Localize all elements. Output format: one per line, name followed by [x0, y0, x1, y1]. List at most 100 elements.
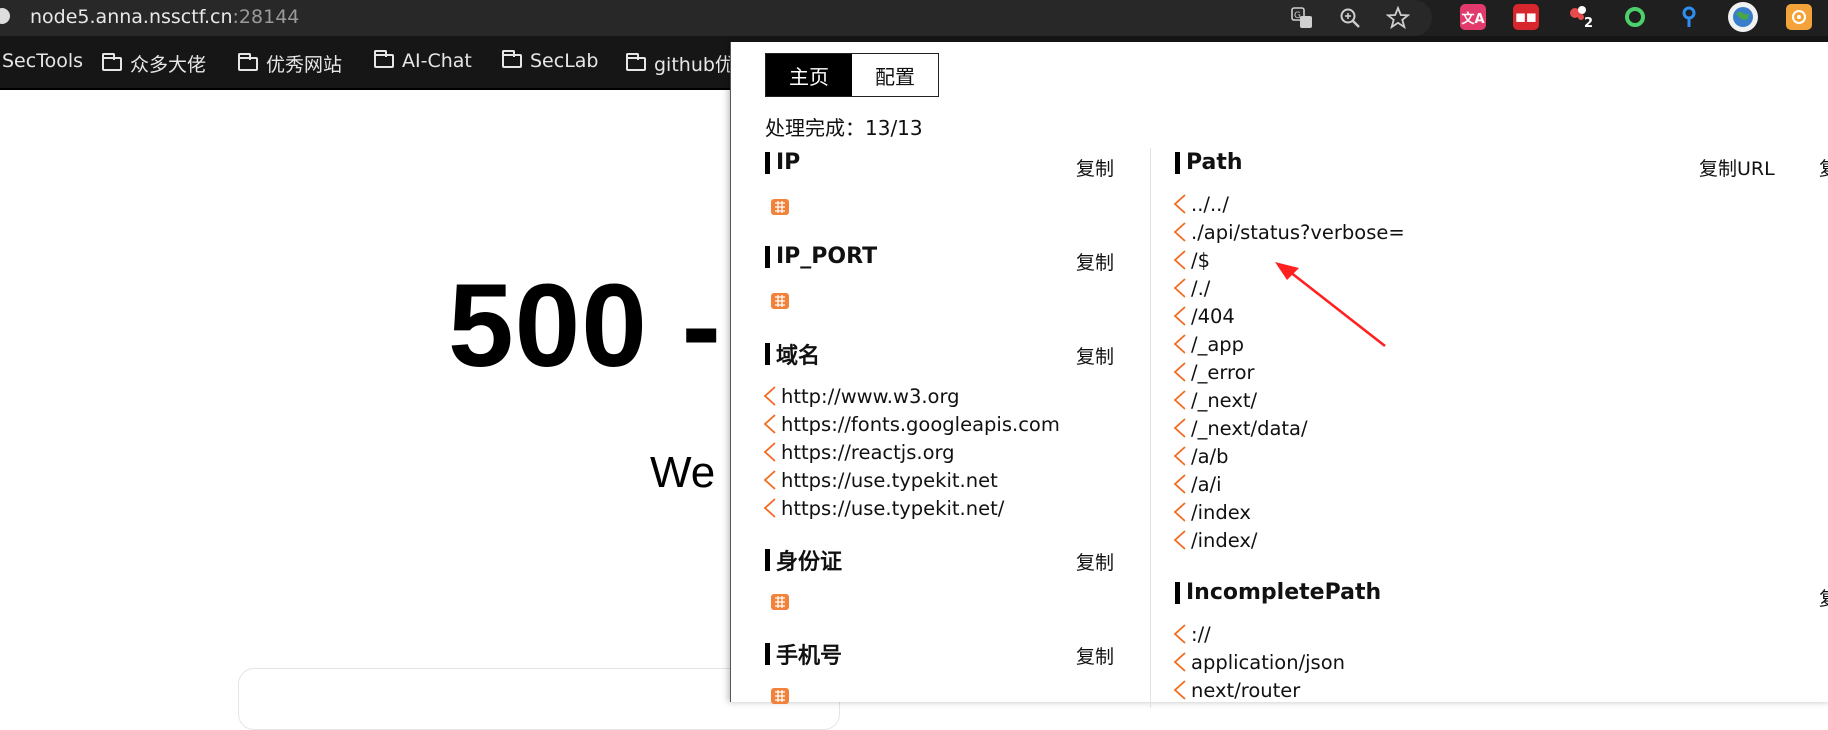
translate-extension-icon[interactable]: 文A — [1460, 4, 1486, 30]
bookmark-folder-2[interactable]: 优秀网站 — [238, 50, 342, 77]
list-item-text: /_app — [1191, 332, 1245, 356]
title-bar — [765, 343, 770, 365]
section-title-phone: 手机号 — [765, 638, 842, 670]
chevron-left-icon — [1173, 680, 1186, 700]
list-item[interactable]: ../../ — [1171, 192, 1229, 216]
bookmark-folder-4[interactable]: SecLab — [502, 50, 599, 72]
bookmark-label: 众多大佬 — [130, 54, 207, 76]
list-item[interactable]: /_error — [1171, 360, 1255, 384]
list-item[interactable]: https://use.typekit.net/ — [761, 496, 1004, 520]
section-title-text: 域名 — [776, 344, 821, 369]
site-info-icon[interactable] — [0, 8, 10, 24]
hacker-extension-icon[interactable]: ◼◼ — [1513, 4, 1539, 30]
bookmark-sectools[interactable]: SecTools — [2, 50, 83, 72]
bookmark-folder-5[interactable]: github优 — [626, 50, 734, 77]
copy-button-ip[interactable]: 复制 — [1076, 154, 1114, 181]
tab-home[interactable]: 主页 — [766, 54, 852, 96]
list-item-text: https://fonts.googleapis.com — [781, 412, 1060, 436]
list-item[interactable]: /_next/ — [1171, 388, 1257, 412]
bookmark-folder-1[interactable]: 众多大佬 — [102, 50, 206, 77]
title-bar — [765, 245, 770, 268]
chevron-left-icon — [763, 414, 776, 434]
title-bar — [765, 549, 770, 571]
chevron-left-icon — [1173, 306, 1186, 326]
list-item[interactable]: ./api/status?verbose= — [1171, 220, 1405, 244]
copy-button-ip-port[interactable]: 复制 — [1076, 248, 1114, 275]
chevron-left-icon — [1173, 362, 1186, 382]
list-item-text: https://use.typekit.net/ — [781, 496, 1005, 520]
copy-button-path[interactable]: 复 — [1819, 154, 1828, 181]
bookmark-label: 优秀网站 — [266, 54, 343, 76]
list-item[interactable]: /index — [1171, 500, 1251, 524]
list-item[interactable]: /a/b — [1171, 444, 1228, 468]
section-title-path: Path — [1175, 150, 1243, 175]
folder-icon — [502, 50, 522, 68]
list-item-text: /_next/data/ — [1191, 416, 1308, 440]
empty-data-icon — [770, 592, 790, 612]
chevron-left-icon — [1173, 446, 1186, 466]
section-title-id-card: 身份证 — [765, 544, 842, 576]
address-bar[interactable]: node5.anna.nssctf.cn:28144 G — [0, 0, 1432, 36]
copy-button-phone[interactable]: 复制 — [1076, 642, 1114, 669]
list-item[interactable]: http://www.w3.org — [761, 384, 960, 408]
chevron-left-icon — [1173, 194, 1186, 214]
list-item[interactable]: application/json — [1171, 650, 1345, 674]
list-item[interactable]: /a/i — [1171, 472, 1222, 496]
browser-toolbar: node5.anna.nssctf.cn:28144 G 文A ◼◼ 2 — [0, 0, 1828, 36]
chevron-left-icon — [1173, 474, 1186, 494]
list-item-text: :// — [1191, 622, 1211, 646]
orange-extension-icon[interactable] — [1786, 4, 1812, 30]
chevron-left-icon — [1173, 418, 1186, 438]
list-item-text: /_error — [1191, 360, 1255, 384]
section-title-text: IncompletePath — [1186, 580, 1382, 605]
list-item[interactable]: /$ — [1171, 248, 1210, 272]
extension-badge: 2 — [1584, 16, 1594, 31]
tab-config[interactable]: 配置 — [852, 54, 938, 96]
list-item-text: /_next/ — [1191, 388, 1258, 412]
list-item[interactable]: /index/ — [1171, 528, 1258, 552]
ring-extension-icon[interactable] — [1622, 4, 1648, 30]
list-item-text: https://use.typekit.net — [781, 468, 998, 492]
list-item-text: /a/i — [1191, 472, 1222, 496]
list-item[interactable]: :// — [1171, 622, 1211, 646]
bookmark-label: github优 — [654, 54, 734, 76]
folder-icon — [102, 52, 122, 71]
list-item[interactable]: /./ — [1171, 276, 1210, 300]
chevron-left-icon — [763, 442, 776, 462]
list-item[interactable]: /404 — [1171, 304, 1235, 328]
list-item[interactable]: https://use.typekit.net — [761, 468, 998, 492]
copy-button-incomplete[interactable]: 复 — [1819, 584, 1828, 611]
list-item[interactable]: /_app — [1171, 332, 1244, 356]
bookmark-label: SecTools — [2, 50, 84, 72]
list-item-text: /./ — [1191, 276, 1211, 300]
zoom-icon[interactable] — [1336, 4, 1364, 32]
location-extension-icon[interactable] — [1676, 4, 1702, 30]
chevron-left-icon — [1173, 250, 1186, 270]
copy-button-domain[interactable]: 复制 — [1076, 342, 1114, 369]
empty-data-icon — [770, 197, 790, 217]
extension-panel: 主页 配置 处理完成：13/13 IP 复制 IP_PORT 复制 域名 复制 … — [730, 42, 1828, 708]
svg-text:G: G — [1294, 11, 1301, 21]
list-item[interactable]: /_next/data/ — [1171, 416, 1308, 440]
map-pins-extension-icon[interactable]: 2 — [1566, 4, 1594, 31]
list-item-text: /a/b — [1191, 444, 1229, 468]
url-port: :28144 — [232, 6, 300, 28]
bookmark-star-icon[interactable] — [1384, 4, 1412, 32]
folder-icon — [626, 52, 646, 71]
bookmark-folder-3[interactable]: AI-Chat — [374, 50, 472, 72]
list-item[interactable]: https://reactjs.org — [761, 440, 955, 464]
translate-icon[interactable]: G — [1288, 4, 1316, 32]
error-code-heading: 500 - — [448, 260, 722, 392]
section-title-text: 身份证 — [776, 550, 843, 575]
address-text[interactable]: node5.anna.nssctf.cn:28144 — [30, 6, 299, 28]
list-item[interactable]: next/router — [1171, 678, 1300, 702]
empty-data-icon — [770, 291, 790, 311]
list-item-text: application/json — [1191, 650, 1346, 674]
globe-extension-icon[interactable] — [1728, 2, 1758, 32]
section-title-ip: IP — [765, 150, 800, 175]
list-item[interactable]: https://fonts.googleapis.com — [761, 412, 1060, 436]
chevron-left-icon — [763, 498, 776, 518]
copy-url-button[interactable]: 复制URL — [1699, 154, 1775, 181]
panel-tabs: 主页 配置 — [765, 53, 939, 97]
copy-button-id-card[interactable]: 复制 — [1076, 548, 1114, 575]
